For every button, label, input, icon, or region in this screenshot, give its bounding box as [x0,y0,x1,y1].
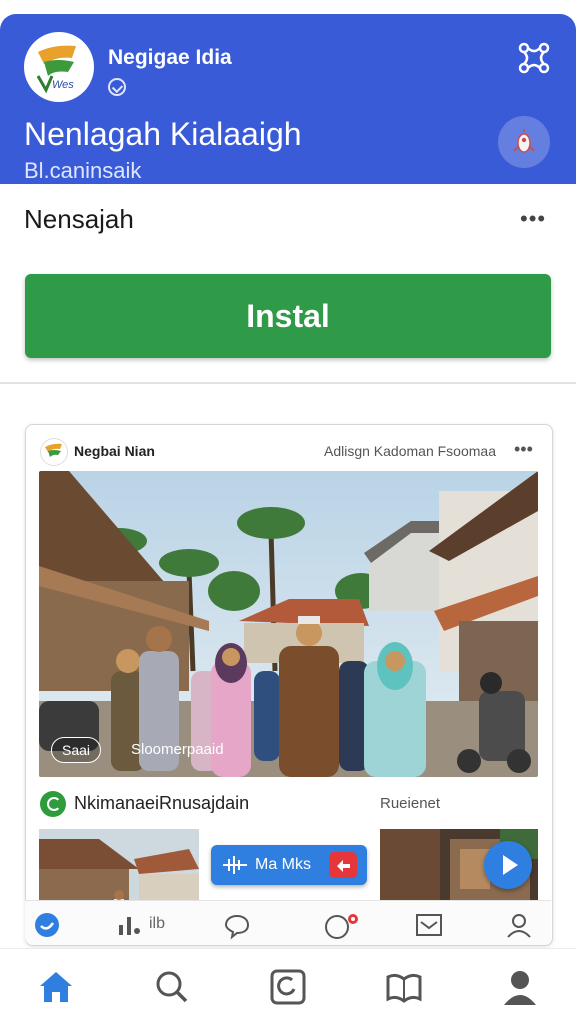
stats-label: ilb [149,915,166,932]
brand-line-right: Rueienet [380,795,441,812]
share-icon[interactable] [516,40,552,76]
app-name: Nensajah [24,204,134,234]
card-more-icon[interactable]: ••• [514,439,533,460]
ad-photo[interactable]: Saai Sloomerpaaid [39,471,538,777]
advertiser-logo [40,438,68,466]
stats-icon[interactable] [117,913,143,942]
photo-tag[interactable]: Saai [51,737,102,763]
page-title: Nenlagah Kialaaigh [24,116,302,152]
compass-icon[interactable] [268,967,308,1007]
rocket-icon[interactable] [498,116,550,168]
svg-text:Wes: Wes [52,79,74,91]
account-icon[interactable] [505,911,533,944]
card-toolbar: ilb [25,900,551,945]
mail-icon[interactable] [415,912,443,943]
ad-label: Adlisgn Kadoman Fsoomaa [324,443,496,459]
brand-name: Negigae Idia [108,46,232,69]
app-logo: Wes [24,32,94,102]
profile-icon[interactable] [500,967,540,1007]
book-icon[interactable] [384,967,424,1007]
audio-button[interactable]: Ma Mks [211,845,367,885]
search-icon[interactable] [152,967,192,1007]
page-subtitle: Bl.caninsaik [24,158,142,183]
brand-line[interactable]: NkimanaeiRnusajdain [74,793,249,814]
notification-icon[interactable] [323,911,369,946]
brand-icon [40,791,66,817]
play-icon[interactable] [484,841,532,889]
audio-button-label: Ma Mks [255,856,311,873]
photo-caption: Sloomerpaaid [131,741,224,758]
bottom-navigation [0,948,576,1025]
share-arrow-icon [329,852,357,878]
divider [0,382,576,384]
home-icon[interactable] [36,967,76,1007]
ad-card[interactable]: Negbai Nian Adlisgn Kadoman Fsoomaa ••• [25,424,553,946]
comment-icon[interactable] [223,912,251,945]
like-icon[interactable] [35,913,59,937]
more-icon[interactable]: ••• [520,206,546,232]
install-button[interactable]: Instal [25,274,551,358]
advertiser-name[interactable]: Negbai Nian [74,443,155,459]
verified-icon [108,78,126,96]
